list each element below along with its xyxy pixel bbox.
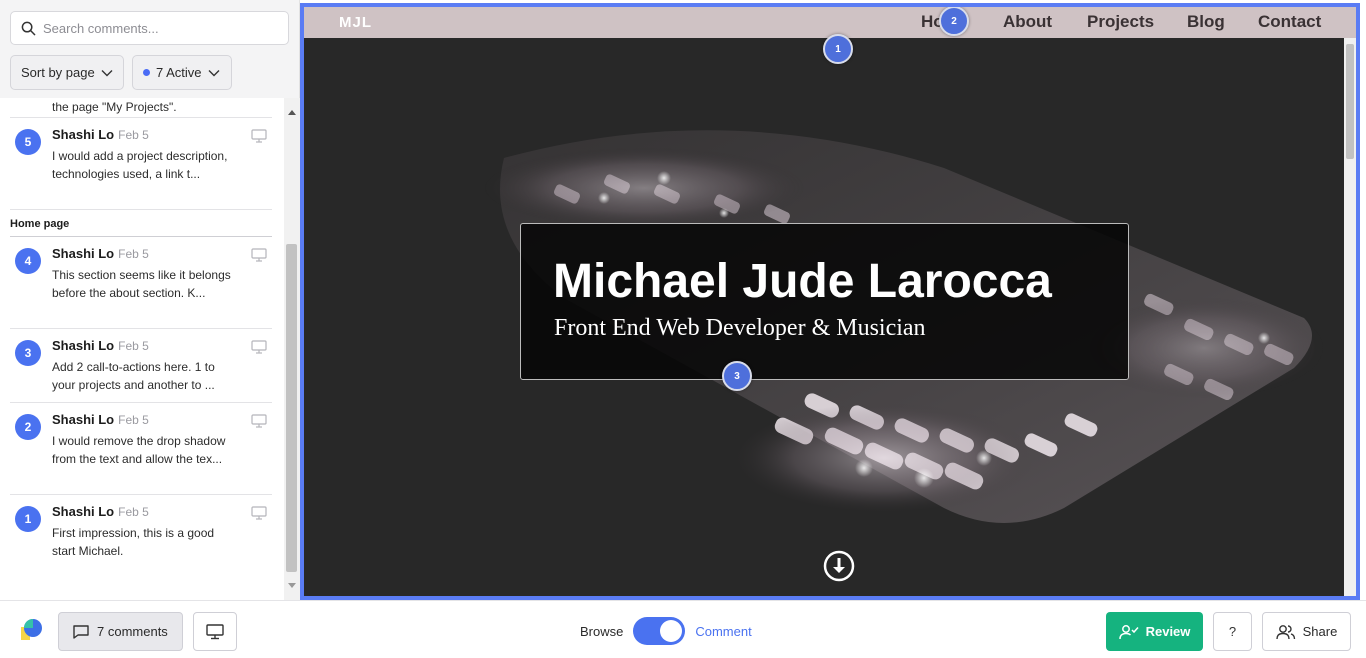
review-button[interactable]: Review [1106,612,1203,651]
desktop-icon [251,248,267,262]
comment-number-badge: 5 [15,129,41,155]
search-input[interactable] [43,20,273,36]
sort-label: Sort by page [21,65,95,80]
chevron-down-icon [101,69,113,76]
comment-mode-label[interactable]: Comment [695,624,751,639]
comment-author: Shashi Lo Feb 5 [52,412,149,427]
comment-text: This section seems like it belongs befor… [52,268,231,300]
comment-author: Shashi Lo Feb 5 [52,338,149,353]
scroll-down-icon[interactable] [288,583,296,588]
user-check-icon [1118,624,1139,639]
app-logo-icon[interactable] [20,618,44,642]
bottom-toolbar: 7 comments Browse Comment Review ? Share [0,600,1366,658]
sort-dropdown[interactable]: Sort by page [10,55,124,90]
comment-bubble-icon [73,624,89,639]
comment-item[interactable]: 4 Shashi Lo Feb 5 This section seems like… [10,237,272,329]
comment-date: Feb 5 [118,128,149,142]
app-root: Sort by page 7 Active I would remove thi… [0,0,1366,658]
mode-switch: Browse Comment [580,617,752,645]
comments-list-content: I would remove this and just name the pa… [0,98,284,577]
comment-item[interactable]: 2 Shashi Lo Feb 5 I would remove the drop… [10,403,272,495]
scrollbar-thumb[interactable] [286,244,297,572]
hero-subtitle: Front End Web Developer & Musician [554,315,926,341]
nav-link-contact[interactable]: Contact [1258,12,1321,32]
help-button[interactable]: ? [1213,612,1252,651]
page-group-heading: Home page [10,210,272,237]
desktop-icon [251,414,267,428]
comment-date: Feb 5 [118,413,149,427]
comment-author: Shashi Lo Feb 5 [52,127,149,142]
comment-pin[interactable]: 1 [823,34,853,64]
nav-link-blog[interactable]: Blog [1187,12,1225,32]
comment-author: Shashi Lo Feb 5 [52,246,149,261]
search-icon [21,21,36,35]
users-icon [1275,624,1295,639]
hero-title: Michael Jude Larocca [553,255,1052,308]
browse-mode-label[interactable]: Browse [580,624,623,639]
comments-toggle-button[interactable]: 7 comments [58,612,183,651]
comment-pin[interactable]: 2 [939,7,969,36]
active-label: 7 Active [156,65,202,80]
active-status-dot [143,69,150,76]
comment-text: I would add a project description, techn… [52,149,228,181]
comment-pin[interactable]: 3 [722,361,752,391]
comments-scrollbar[interactable] [284,98,300,600]
desktop-icon [251,506,267,520]
hero-title-card: Michael Jude Larocca Front End Web Devel… [520,223,1129,380]
comment-item[interactable]: 3 Shashi Lo Feb 5 Add 2 call-to-actions h… [10,329,272,403]
comment-item[interactable]: I would remove this and just name the pa… [10,98,272,118]
comment-date: Feb 5 [118,339,149,353]
comment-number-badge: 3 [15,340,41,366]
website-preview[interactable]: MJL Home About Projects Blog Contact Mic… [300,3,1360,600]
comment-text: Add 2 call-to-actions here. 1 to your pr… [52,360,215,392]
comment-item[interactable]: 5 Shashi Lo Feb 5 I would add a project d… [10,118,272,210]
share-button[interactable]: Share [1262,612,1351,651]
comments-list: I would remove this and just name the pa… [0,98,284,600]
review-label: Review [1145,624,1191,639]
comment-item[interactable]: 1 Shashi Lo Feb 5 First impression, this … [10,495,272,577]
nav-link-about[interactable]: About [1003,12,1052,32]
scroll-up-icon[interactable] [288,110,296,115]
share-label: Share [1302,624,1338,639]
preview-scrollbar[interactable] [1344,38,1356,596]
arrow-down-circle-icon[interactable] [823,550,855,582]
comment-number-badge: 4 [15,248,41,274]
comments-sidebar: Sort by page 7 Active I would remove thi… [0,0,300,600]
search-box[interactable] [10,11,289,45]
site-navbar: MJL Home About Projects Blog Contact [304,7,1356,38]
comment-text: First impression, this is a good start M… [52,526,215,558]
chevron-down-icon [208,69,220,76]
toggle-knob [660,620,683,642]
comments-count-label: 7 comments [97,624,168,639]
desktop-icon [206,623,224,639]
comment-text: I would remove the drop shadow from the … [52,434,226,466]
scrollbar-thumb[interactable] [1346,44,1354,159]
filter-dropdown[interactable]: 7 Active [132,55,232,90]
comment-date: Feb 5 [118,247,149,261]
site-logo[interactable]: MJL [339,14,372,31]
comment-text: I would remove this and just name the pa… [52,100,177,114]
comment-date: Feb 5 [118,505,149,519]
nav-link-projects[interactable]: Projects [1087,12,1154,32]
comment-number-badge: 2 [15,414,41,440]
desktop-icon [251,129,267,143]
device-selector-button[interactable] [193,612,237,651]
comment-number-badge: 1 [15,506,41,532]
browse-comment-toggle[interactable] [633,617,686,645]
comment-author: Shashi Lo Feb 5 [52,504,149,519]
desktop-icon [251,340,267,354]
